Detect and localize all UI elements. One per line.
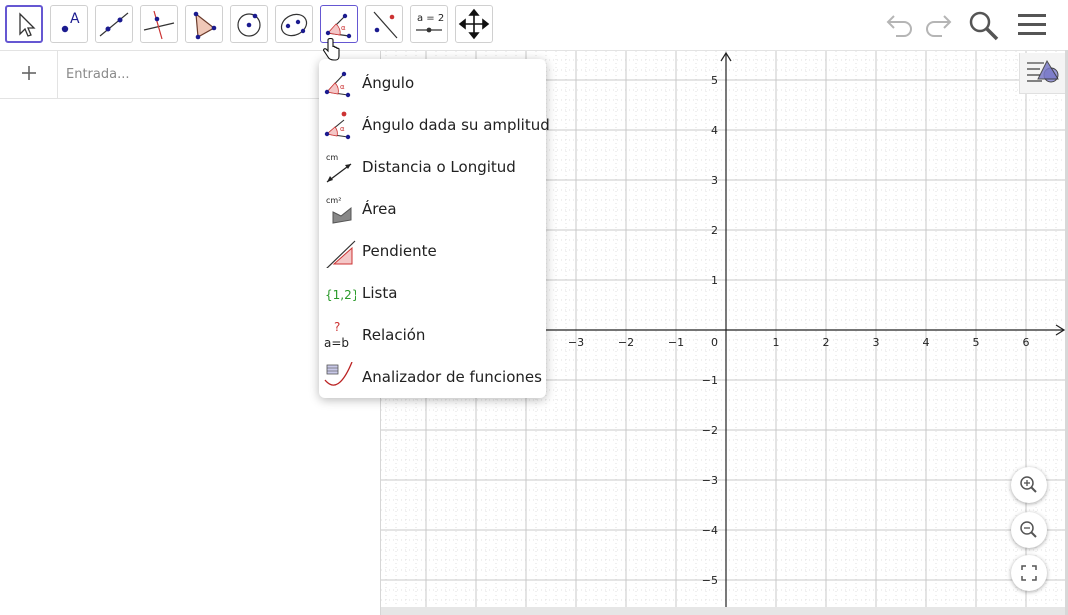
line-icon [99,12,129,37]
hand-cursor-icon [323,38,340,61]
style-bar-icon [1027,59,1059,83]
svg-text:{1,2}: {1,2} [325,288,356,302]
redo-icon[interactable] [920,8,954,40]
circle-tool-button[interactable] [230,5,268,43]
relation-icon: ? a=b [324,320,349,350]
slope-icon [326,240,356,268]
add-item-button[interactable] [0,51,58,98]
reflect-tool-button[interactable] [365,5,403,43]
svg-text:cm²: cm² [326,196,341,205]
angle-icon: α [325,13,352,39]
style-bar-toggle-button[interactable] [1019,53,1066,94]
x-tick-label: −2 [618,336,634,349]
origin-label: 0 [711,336,718,349]
y-tick-label: 4 [711,124,718,137]
menu-item-label: Lista [362,284,398,302]
ellipse-icon [280,13,308,37]
x-tick-label: 2 [823,336,830,349]
slider-tool-button[interactable]: a = 2 [410,5,448,43]
menu-item-label: Área [362,200,397,218]
y-tick-label: −4 [702,524,718,537]
menu-item-area[interactable]: cm² Área [319,188,546,230]
toolbar: A α a = 2 [0,0,1068,51]
algebra-input-field[interactable] [66,63,316,85]
x-tick-label: 1 [773,336,780,349]
x-tick-label: 5 [973,336,980,349]
menu-item-label: Pendiente [362,242,437,260]
perpendicular-line-icon [143,10,175,40]
svg-text:cm: cm [326,153,338,162]
menu-item-label: Analizador de funciones [362,368,542,386]
zoom-out-icon [1020,521,1037,538]
function-inspector-icon [324,362,353,386]
svg-text:α: α [340,83,345,91]
circle-center-icon [237,13,261,37]
line-tool-button[interactable] [95,5,133,43]
svg-text:α: α [341,24,346,32]
y-tick-label: −3 [702,474,718,487]
menu-item-slope[interactable]: Pendiente [319,230,546,272]
bottom-scroll-strip [381,607,1068,615]
y-tick-label: 2 [711,224,718,237]
fullscreen-icon [1021,565,1037,581]
zoom-in-icon [1020,476,1037,493]
svg-text:α: α [340,125,345,133]
x-tick-label: 6 [1023,336,1030,349]
menu-item-label: Distancia o Longitud [362,158,516,176]
move-arrows-icon [458,8,490,40]
distance-icon: cm [326,153,352,183]
x-tick-label: 3 [873,336,880,349]
menu-item-angle[interactable]: α Ángulo [319,62,546,104]
zoom-in-button[interactable] [1011,467,1047,503]
menu-item-label: Relación [362,326,426,344]
menu-item-list[interactable]: {1,2} Lista [319,272,546,314]
plus-icon [22,66,36,80]
menu-item-distance[interactable]: cm Distancia o Longitud [319,146,546,188]
angle-fixed-icon: α [324,111,351,140]
perpendicular-tool-button[interactable] [140,5,178,43]
polygon-icon [193,11,217,40]
y-tick-label: −2 [702,424,718,437]
search-icon[interactable] [966,8,1002,42]
y-tick-label: 3 [711,174,718,187]
angle-icon: α [324,71,351,98]
svg-text:?: ? [334,320,340,334]
list-icon: {1,2} [325,288,356,302]
angle-tools-menu: α Ángulo α Ángulo dada su amplitud cm Di… [319,59,550,398]
fullscreen-button[interactable] [1011,555,1047,591]
menu-item-function-inspector[interactable]: Analizador de funciones [319,356,546,398]
menu-item-label: Ángulo [362,74,415,92]
polygon-tool-button[interactable] [185,5,223,43]
zoom-out-button[interactable] [1011,512,1047,548]
svg-text:a=b: a=b [324,336,349,350]
x-tick-label: 4 [923,336,930,349]
menu-item-relation[interactable]: ? a=b Relación [319,314,546,356]
y-tick-label: 5 [711,74,718,87]
cursor-arrow-icon [19,12,36,37]
y-tick-label: −1 [702,374,718,387]
point-tool-button[interactable]: A [50,5,88,43]
x-tick-label: −3 [568,336,584,349]
undo-icon[interactable] [884,8,918,40]
x-tick-label: −1 [668,336,684,349]
slider-icon: a = 2 [416,13,444,33]
menu-item-angle-fixed[interactable]: α Ángulo dada su amplitud [319,104,550,146]
area-icon: cm² [326,196,352,224]
point-icon: A [61,11,80,33]
svg-text:A: A [70,11,80,27]
main-menu-icon[interactable] [1014,8,1050,42]
move-tool-button[interactable] [5,5,43,43]
y-tick-label: −5 [702,574,718,587]
move-view-tool-button[interactable] [455,5,493,43]
menu-item-label: Ángulo dada su amplitud [362,116,550,134]
y-tick-label: 1 [711,274,718,287]
reflect-line-icon [373,11,398,39]
ellipse-tool-button[interactable] [275,5,313,43]
svg-text:a = 2: a = 2 [417,13,444,24]
